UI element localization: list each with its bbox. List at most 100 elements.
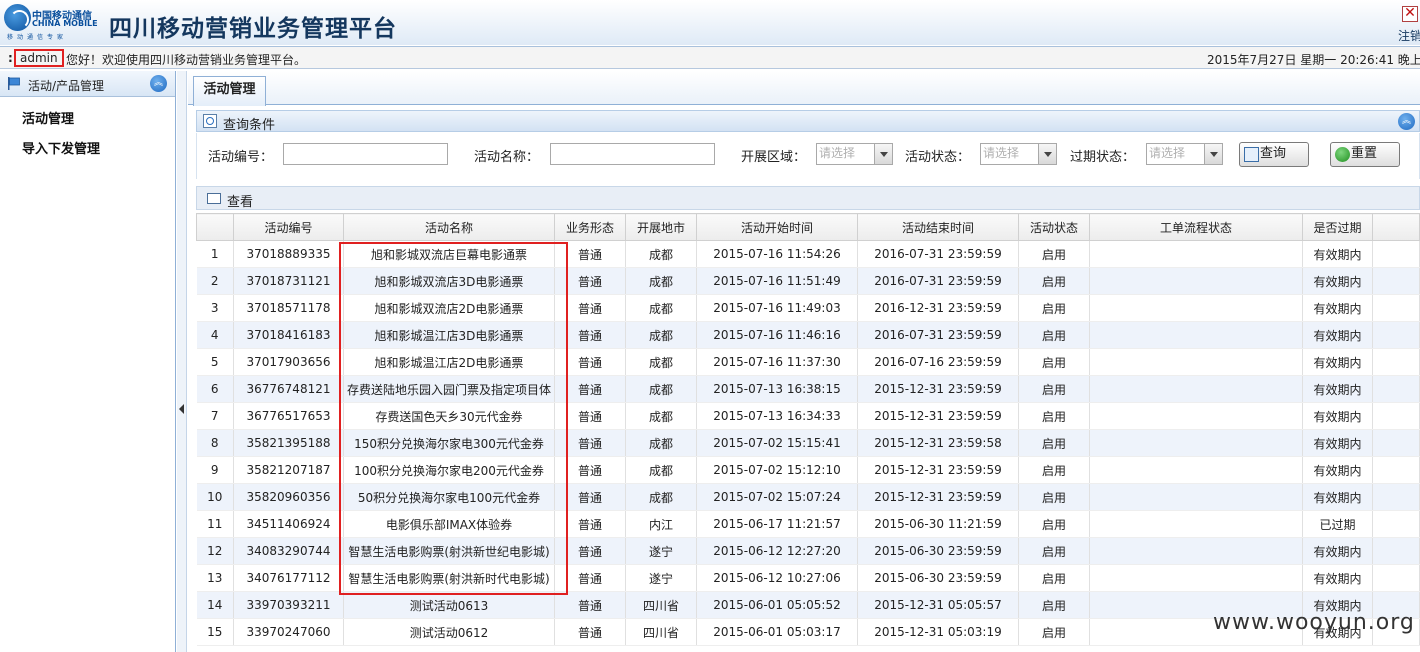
cell-city: 成都 <box>625 348 697 376</box>
cell-end-time: 2016-07-31 23:59:59 <box>857 240 1019 268</box>
cell-start-time: 2015-06-17 11:21:57 <box>696 510 858 538</box>
cell-filler <box>1372 321 1420 349</box>
cell-business-type: 普通 <box>554 591 626 619</box>
cell-status: 启用 <box>1018 348 1090 376</box>
chevron-down-icon[interactable] <box>1038 144 1056 164</box>
cell-expired: 有效期内 <box>1302 267 1373 295</box>
cell-filler <box>1372 510 1420 538</box>
table-row[interactable]: 11 34511406924 电影俱乐部IMAX体验券 普通 内江 2015-06-17 … <box>196 510 1420 538</box>
cell-city: 遂宁 <box>625 537 697 565</box>
tab-activity-management[interactable]: 活动管理 <box>193 76 266 106</box>
cell-activity-no: 37018571178 <box>233 294 344 322</box>
column-header-workflow-status[interactable]: 工单流程状态 <box>1089 213 1303 241</box>
activity-no-input[interactable] <box>283 143 448 165</box>
column-header-activity-no[interactable]: 活动编号 <box>233 213 344 241</box>
status-select-value: 请选择 <box>983 146 1020 160</box>
chevron-down-icon[interactable] <box>874 144 892 164</box>
table-row[interactable]: 7 36776517653 存费送国色天乡30元代金券 普通 成都 2015-07-13 … <box>196 402 1420 430</box>
app-header: 中国移动通信 CHINA MOBILE 移动通信专家 四川移动营销业务管理平台 … <box>0 0 1420 45</box>
cell-start-time: 2015-07-16 11:46:16 <box>696 321 858 349</box>
close-icon[interactable]: ✕ <box>1402 6 1418 22</box>
sidebar: 活动/产品管理 ︽ 活动管理 导入下发管理 <box>0 71 176 652</box>
user-prefix: : <box>8 51 13 65</box>
column-header-end-time[interactable]: 活动结束时间 <box>857 213 1019 241</box>
cell-activity-no: 34076177112 <box>233 564 344 592</box>
cell-status: 启用 <box>1018 429 1090 457</box>
table-row[interactable]: 3 37018571178 旭和影城双流店2D电影通票 普通 成都 2015-07-16 … <box>196 294 1420 322</box>
cell-status: 启用 <box>1018 456 1090 484</box>
column-header-expired[interactable]: 是否过期 <box>1302 213 1373 241</box>
search-button[interactable]: 查询 <box>1239 142 1309 167</box>
cell-status: 启用 <box>1018 267 1090 295</box>
cell-end-time: 2015-12-31 23:59:59 <box>857 456 1019 484</box>
cell-expired: 有效期内 <box>1302 375 1373 403</box>
collapse-left-icon[interactable] <box>179 404 184 414</box>
cell-city: 成都 <box>625 240 697 268</box>
cell-index: 15 <box>196 618 234 646</box>
cell-index: 2 <box>196 267 234 295</box>
column-header-activity-name[interactable]: 活动名称 <box>343 213 555 241</box>
logo-slogan: 移动通信专家 <box>7 34 68 41</box>
reset-button[interactable]: 重置 <box>1330 142 1400 167</box>
sidebar-item-import-dispatch[interactable]: 导入下发管理 <box>22 138 100 157</box>
table-row[interactable]: 1 37018889335 旭和影城双流店巨幕电影通票 普通 成都 2015-07-16 … <box>196 240 1420 268</box>
cell-status: 启用 <box>1018 375 1090 403</box>
cell-activity-name: 智慧生活电影购票(射洪新世纪电影城) <box>343 537 555 565</box>
table-row[interactable]: 5 37017903656 旭和影城温江店2D电影通票 普通 成都 2015-07-16 … <box>196 348 1420 376</box>
cell-status: 启用 <box>1018 618 1090 646</box>
collapse-up-icon[interactable]: ︽ <box>1398 113 1415 130</box>
cell-end-time: 2016-07-31 23:59:59 <box>857 321 1019 349</box>
collapse-up-icon[interactable]: ︽ <box>150 75 167 92</box>
cell-index: 7 <box>196 402 234 430</box>
cell-workflow-status <box>1089 510 1303 538</box>
column-header-status[interactable]: 活动状态 <box>1018 213 1090 241</box>
cell-start-time: 2015-07-16 11:54:26 <box>696 240 858 268</box>
table-row[interactable]: 2 37018731121 旭和影城双流店3D电影通票 普通 成都 2015-07-16 … <box>196 267 1420 295</box>
cell-end-time: 2015-06-30 23:59:59 <box>857 537 1019 565</box>
cell-expired: 有效期内 <box>1302 348 1373 376</box>
cell-activity-name: 存费送陆地乐园入园门票及指定项目体 <box>343 375 555 403</box>
logo-text-en: CHINA MOBILE <box>32 19 98 28</box>
cell-activity-no: 37018889335 <box>233 240 344 268</box>
sidebar-splitter[interactable] <box>177 71 187 652</box>
cell-filler <box>1372 348 1420 376</box>
cell-business-type: 普通 <box>554 456 626 484</box>
sidebar-header[interactable]: 活动/产品管理 ︽ <box>0 71 175 97</box>
cell-end-time: 2015-06-30 11:21:59 <box>857 510 1019 538</box>
cell-start-time: 2015-07-02 15:12:10 <box>696 456 858 484</box>
table-row[interactable]: 12 34083290744 智慧生活电影购票(射洪新世纪电影城) 普通 遂宁 2015-… <box>196 537 1420 565</box>
cell-status: 启用 <box>1018 564 1090 592</box>
cell-activity-name: 旭和影城双流店2D电影通票 <box>343 294 555 322</box>
cell-business-type: 普通 <box>554 429 626 457</box>
region-select[interactable]: 请选择 <box>816 143 893 165</box>
cell-expired: 已过期 <box>1302 510 1373 538</box>
cell-business-type: 普通 <box>554 483 626 511</box>
sidebar-item-activity-management[interactable]: 活动管理 <box>22 108 74 127</box>
table-row[interactable]: 10 35820960356 50积分兑换海尔家电100元代金券 普通 成都 2015-0… <box>196 483 1420 511</box>
cell-activity-name: 100积分兑换海尔家电200元代金券 <box>343 456 555 484</box>
column-header-start-time[interactable]: 活动开始时间 <box>696 213 858 241</box>
column-header-business-type[interactable]: 业务形态 <box>554 213 626 241</box>
table-row[interactable]: 6 36776748121 存费送陆地乐园入园门票及指定项目体 普通 成都 2015-07… <box>196 375 1420 403</box>
table-row[interactable]: 4 37018416183 旭和影城温江店3D电影通票 普通 成都 2015-07-16 … <box>196 321 1420 349</box>
cell-activity-no: 37018416183 <box>233 321 344 349</box>
cell-business-type: 普通 <box>554 240 626 268</box>
search-button-label: 查询 <box>1260 146 1287 161</box>
expiry-select[interactable]: 请选择 <box>1146 143 1223 165</box>
status-select[interactable]: 请选择 <box>980 143 1057 165</box>
cell-expired: 有效期内 <box>1302 429 1373 457</box>
cell-business-type: 普通 <box>554 510 626 538</box>
cell-business-type: 普通 <box>554 402 626 430</box>
table-row[interactable]: 9 35821207187 100积分兑换海尔家电200元代金券 普通 成都 2015-0… <box>196 456 1420 484</box>
activity-name-input[interactable] <box>550 143 715 165</box>
table-row[interactable]: 8 35821395188 150积分兑换海尔家电300元代金券 普通 成都 2015-0… <box>196 429 1420 457</box>
table-row[interactable]: 13 34076177112 智慧生活电影购票(射洪新时代电影城) 普通 遂宁 2015-… <box>196 564 1420 592</box>
logout-link[interactable]: 注销 <box>1398 27 1420 44</box>
chevron-down-icon[interactable] <box>1204 144 1222 164</box>
cell-index: 8 <box>196 429 234 457</box>
activity-table: 活动编号 活动名称 业务形态 开展地市 活动开始时间 活动结束时间 活动状态 工… <box>196 213 1420 646</box>
column-header-city[interactable]: 开展地市 <box>625 213 697 241</box>
cell-status: 启用 <box>1018 294 1090 322</box>
activity-no-label: 活动编号： <box>208 150 274 165</box>
cell-expired: 有效期内 <box>1302 483 1373 511</box>
